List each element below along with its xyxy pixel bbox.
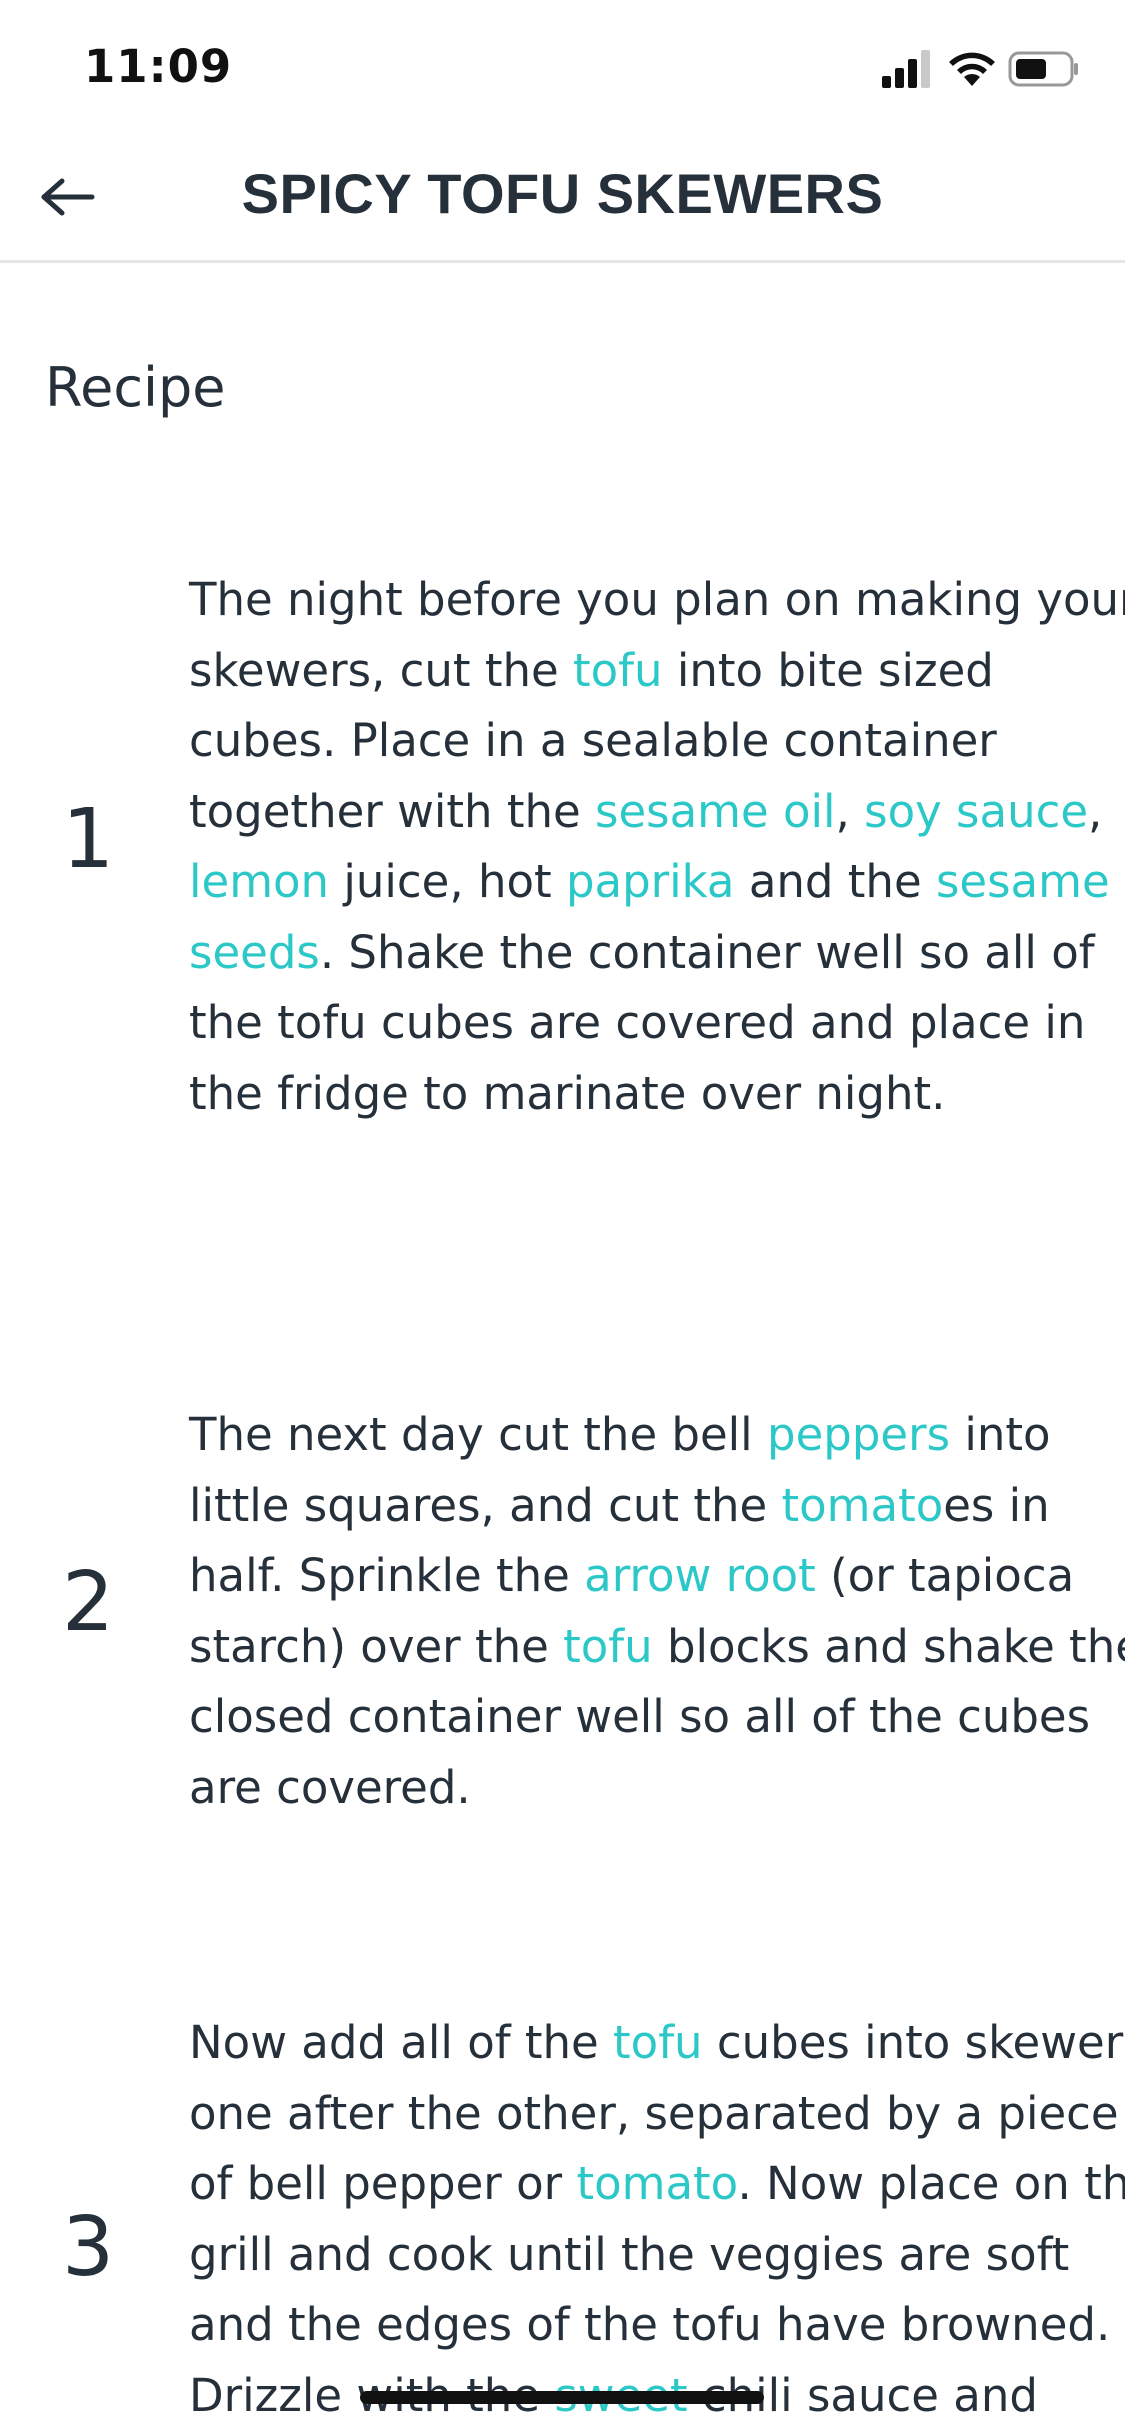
step-text-segment: into: [950, 1408, 1051, 1461]
step-text: The next day cut the bell peppers into li…: [189, 1400, 1125, 1824]
step-text-line: together with the sesame oil, soy sauce,: [189, 777, 1102, 848]
step-text-segment: little squares, and cut the: [189, 1478, 782, 1532]
step-text-segment: one after the other, separated by a piec…: [189, 2086, 1119, 2140]
ingredient-link[interactable]: tofu: [613, 2016, 703, 2069]
ingredient-link[interactable]: sesame oil: [595, 785, 836, 838]
step-text-segment: closed container well so all of the cube…: [189, 1690, 1091, 1743]
step-text-segment: (or tapioca: [815, 1549, 1075, 1602]
step-text-line: lemon juice, hot paprika and the sesame: [189, 847, 1110, 918]
ingredient-link[interactable]: tofu: [573, 644, 663, 697]
ingredient-link[interactable]: lemon: [189, 855, 329, 908]
step-text-line: closed container well so all of the cube…: [189, 1682, 1090, 1753]
cellular-signal-icon: [882, 50, 930, 88]
step-text-line: skewers, cut the tofu into bite sized: [189, 636, 1079, 707]
step-text-line: the fridge to marinate over night.: [189, 1059, 1079, 1130]
ingredient-link[interactable]: arrow root: [584, 1549, 816, 1602]
step-text-line: are covered.: [189, 1753, 1079, 1824]
step-text-segment: starch) over the: [189, 1619, 564, 1673]
step-text-line: starch) over the tofu blocks and shake t…: [189, 1612, 1125, 1683]
step-text: The night before you plan on making your…: [189, 565, 1125, 1130]
step-text-line: one after the other, separated by a piec…: [189, 2079, 1119, 2150]
step-text-segment: The next day cut the bell: [189, 1408, 767, 1461]
step-text-segment: are covered.: [189, 1760, 471, 1814]
step-text-segment: skewers, cut the: [189, 643, 573, 697]
step-text-line: seeds. Shake the container well so all o…: [189, 918, 1095, 989]
step-text-segment: together with the: [189, 784, 596, 838]
step-text-segment: blocks and shake the: [652, 1619, 1125, 1673]
ingredient-link[interactable]: peppers: [767, 1408, 950, 1461]
step-text-segment: cubes. Place in a sealable container: [189, 714, 997, 767]
ingredient-link[interactable]: seeds: [189, 926, 320, 979]
step-text-segment: . Shake the container well so all of: [319, 925, 1095, 979]
ingredient-link[interactable]: tofu: [563, 1620, 653, 1673]
step-text-line: of bell pepper or tomato. Now place on t…: [189, 2149, 1125, 2220]
wifi-icon: [949, 52, 995, 86]
step-text-line: grill and cook until the veggies are sof…: [189, 2220, 1079, 2291]
step-text-segment: Now add all of the: [189, 2016, 614, 2069]
step-text-segment: es in: [943, 1478, 1050, 1532]
step-text-segment: ,: [835, 784, 865, 838]
ingredient-link[interactable]: tomato: [781, 1479, 943, 1532]
step-text-segment: the tofu cubes are covered and place in: [189, 996, 1086, 1049]
step-text-segment: . Now place on the: [737, 2157, 1125, 2210]
ingredient-link[interactable]: soy sauce: [864, 785, 1088, 838]
section-heading: Recipe: [45, 356, 226, 419]
home-indicator: [360, 2391, 764, 2404]
step-text-line: little squares, and cut the tomatoes in: [189, 1471, 1079, 1542]
app-header: SPICY TOFU SKEWERS: [0, 135, 1125, 263]
step-text-segment: juice, hot: [329, 855, 566, 908]
step-text-segment: into bite sized: [662, 643, 994, 697]
step-number: 1: [62, 792, 115, 887]
step-text-segment: grill and cook until the veggies are sof…: [189, 2227, 1070, 2281]
step-text-segment: and the: [734, 855, 936, 908]
step-text-line: cubes. Place in a sealable container: [189, 706, 1079, 777]
battery-icon: [1008, 51, 1078, 87]
step-number: 2: [62, 1555, 115, 1650]
recipe-screen: 11:09 SPICY TOFU SKEWERS Recipe 1 The ni…: [0, 0, 1125, 2436]
ingredient-link[interactable]: sesame: [936, 855, 1110, 908]
step-text-segment: ,: [1088, 784, 1103, 838]
step-text-line: The next day cut the bell peppers into: [189, 1400, 1079, 1471]
page-title: SPICY TOFU SKEWERS: [241, 162, 884, 225]
step-text-segment: The night before you plan on making your: [189, 573, 1125, 626]
step-text: Now add all of the tofu cubes into skewe…: [189, 2008, 1125, 2431]
status-time: 11:09: [84, 40, 233, 93]
ingredient-link[interactable]: tomato: [576, 2157, 737, 2210]
step-text-line: The night before you plan on making your: [189, 565, 1125, 636]
status-bar: 11:09: [0, 0, 1125, 135]
step-text-segment: cubes into skewers: [702, 2016, 1125, 2069]
ingredient-link[interactable]: paprika: [566, 855, 735, 908]
step-text-segment: the fridge to marinate over night.: [189, 1066, 946, 1120]
step-text-segment: of bell pepper or: [189, 2157, 577, 2210]
step-text-line: Now add all of the tofu cubes into skewe…: [189, 2008, 1125, 2079]
step-text-line: and the edges of the tofu have browned.: [189, 2290, 1110, 2361]
step-text-line: the tofu cubes are covered and place in: [189, 988, 1085, 1059]
step-text-segment: and the edges of the tofu have browned.: [189, 2298, 1111, 2351]
step-text-line: half. Sprinkle the arrow root (or tapioc…: [189, 1541, 1079, 1612]
step-number: 3: [62, 2200, 115, 2295]
step-text-segment: half. Sprinkle the: [189, 1549, 585, 1602]
